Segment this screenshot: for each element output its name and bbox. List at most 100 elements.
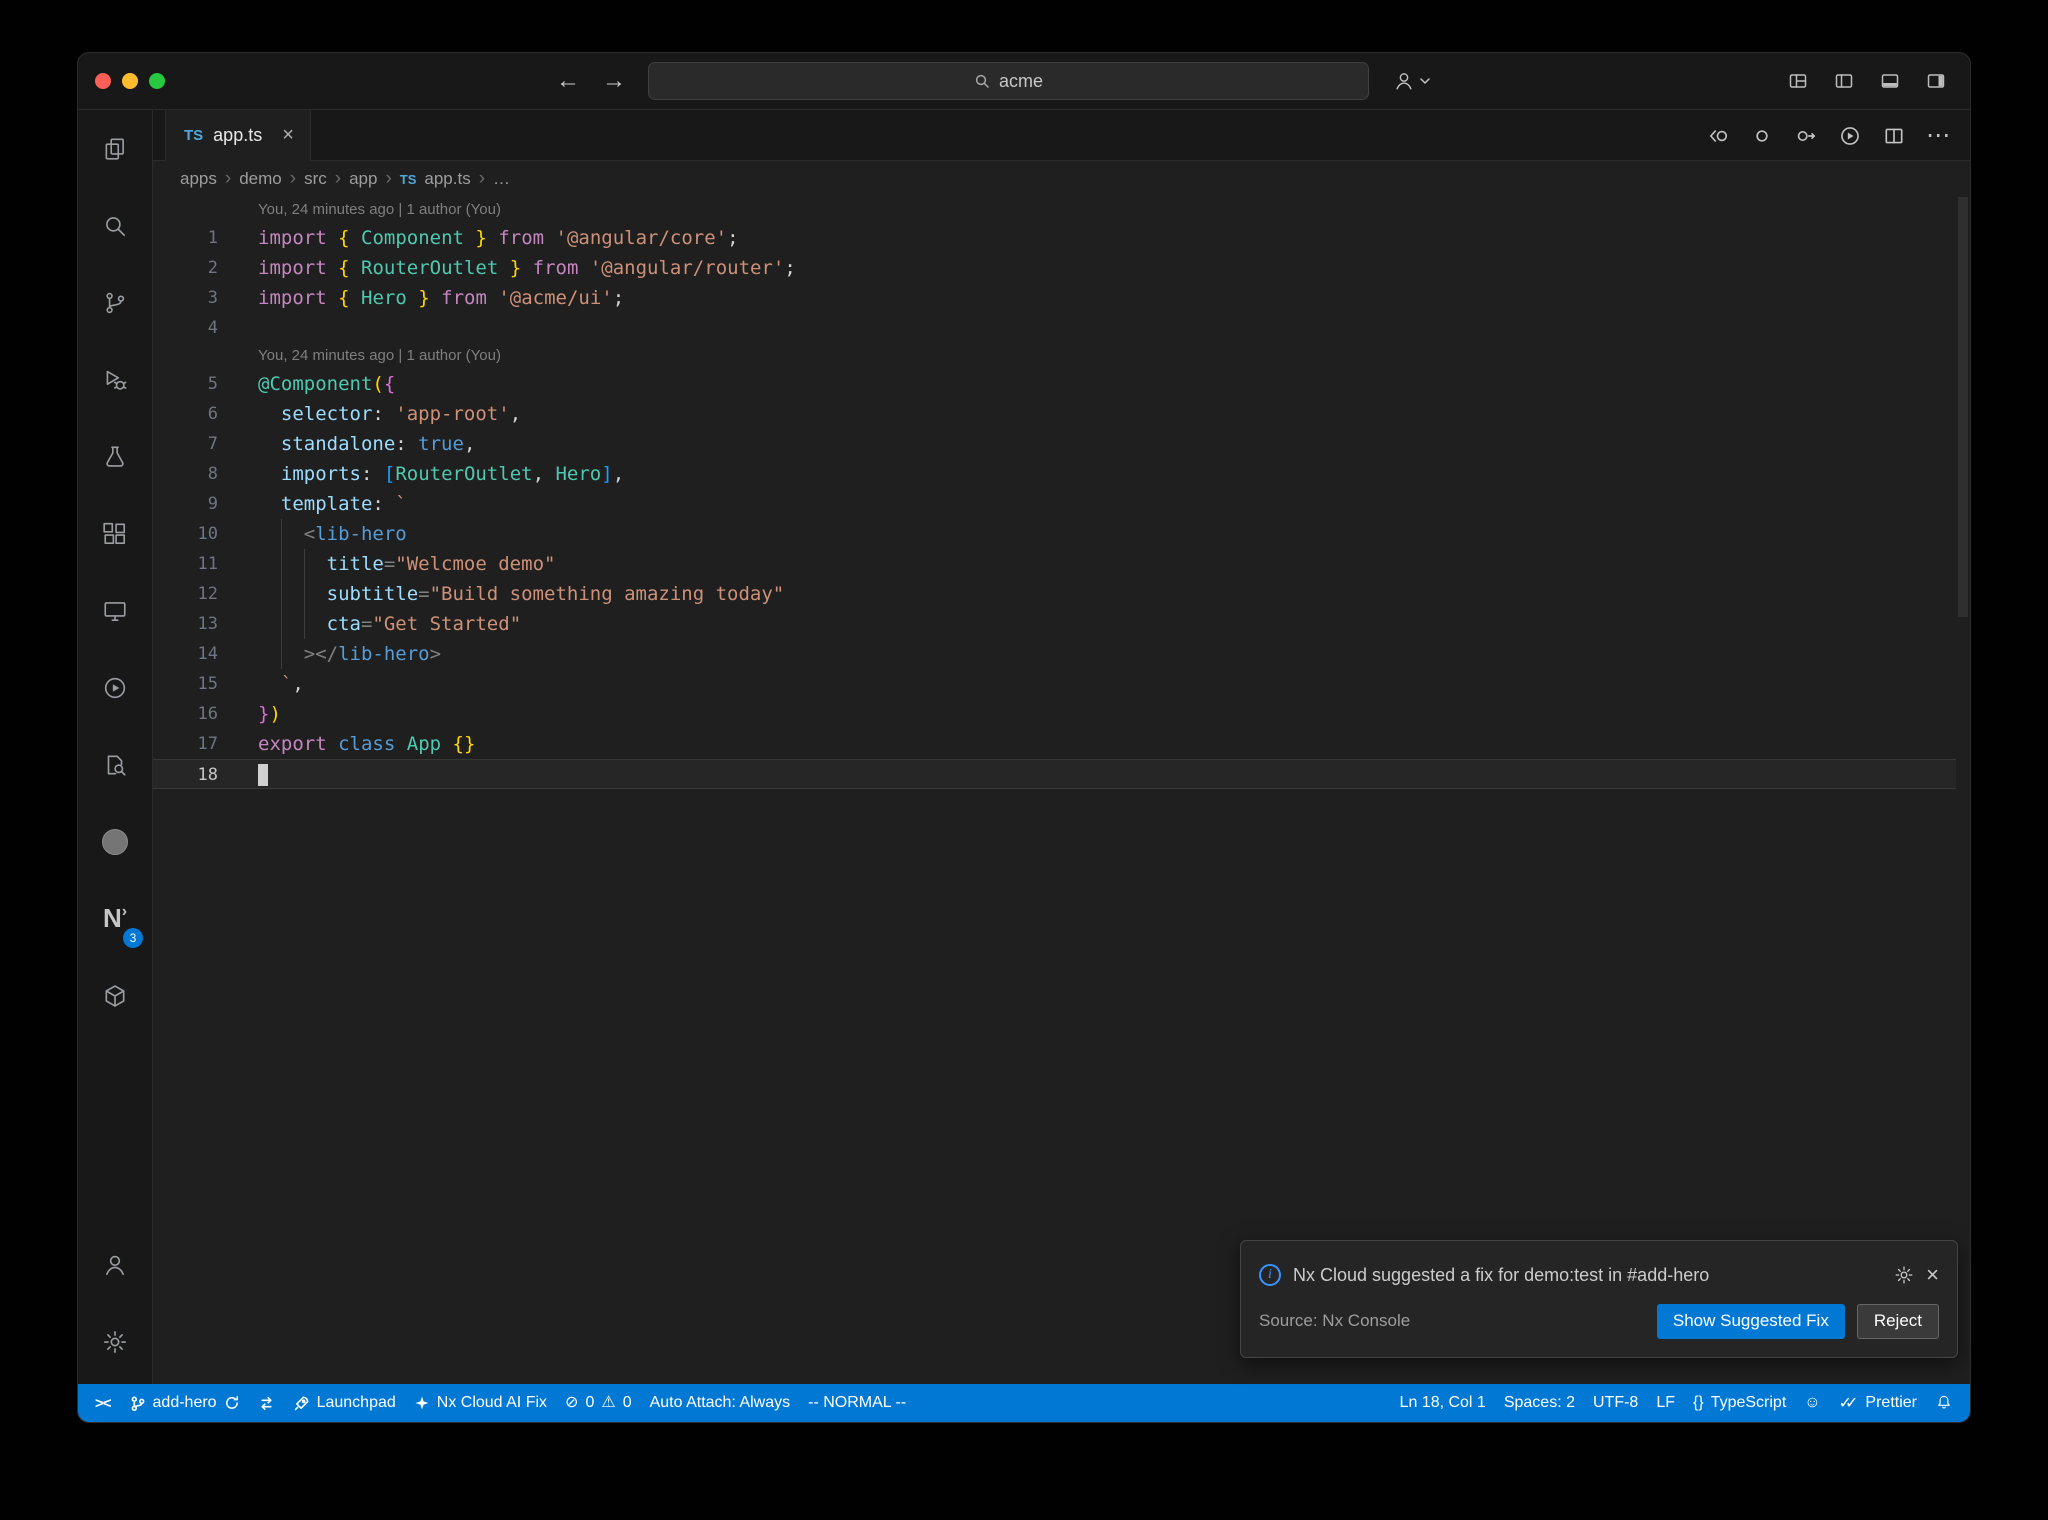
accounts-activity-button[interactable] — [78, 1226, 152, 1303]
changes-indicator-button[interactable] — [1750, 124, 1774, 148]
formatter-button[interactable]: ✓✓ Prettier — [1830, 1384, 1926, 1422]
branch-button[interactable]: add-hero — [120, 1384, 249, 1422]
language-mode-button[interactable]: {} TypeScript — [1684, 1384, 1795, 1422]
source-control-button[interactable] — [78, 264, 152, 341]
branch-label: add-hero — [152, 1394, 217, 1411]
code-line-6[interactable]: 6 selector: 'app-root', — [153, 399, 1956, 429]
auto-attach-button[interactable]: Auto Attach: Always — [641, 1384, 800, 1422]
window-controls — [78, 73, 198, 89]
code-line-14[interactable]: 14 ></lib-hero> — [153, 639, 1956, 669]
encoding-button[interactable]: UTF-8 — [1584, 1384, 1647, 1422]
breadcrumb-app[interactable]: app — [349, 169, 377, 189]
account-icon — [1396, 73, 1412, 90]
navigate-back-button[interactable]: ← — [556, 69, 580, 93]
tab-label: app.ts — [213, 125, 263, 145]
split-editor-button[interactable] — [1882, 124, 1906, 148]
notification-toast: i Nx Cloud suggested a fix for demo:test… — [1240, 1240, 1958, 1358]
editor-scrollbar[interactable] — [1956, 197, 1970, 1384]
code-line-10[interactable]: 10 <lib-hero — [153, 519, 1956, 549]
chevron-right-icon: › — [334, 168, 342, 189]
code-line-11[interactable]: 11 title="Welcmoe demo" — [153, 549, 1956, 579]
code-line-1[interactable]: 1 import { Component } from '@angular/cor… — [153, 223, 1956, 253]
auto-attach-label: Auto Attach: Always — [649, 1394, 791, 1411]
minimize-window-button[interactable] — [122, 73, 138, 89]
toggle-primary-sidebar-icon[interactable] — [1834, 71, 1854, 91]
accounts-button[interactable] — [1393, 70, 1430, 92]
tab-app-ts[interactable]: TS app.ts × — [165, 110, 311, 161]
command-center-search[interactable]: acme — [648, 62, 1369, 100]
extensions-button[interactable] — [78, 495, 152, 572]
explorer-icon — [105, 137, 124, 160]
close-window-button[interactable] — [95, 73, 111, 89]
notifications-button[interactable] — [1926, 1384, 1962, 1422]
scrollbar-thumb[interactable] — [1958, 197, 1968, 617]
gear-icon — [104, 1330, 126, 1353]
show-suggested-fix-button[interactable]: Show Suggested Fix — [1656, 1303, 1845, 1339]
code-line-3[interactable]: 3 import { Hero } from '@acme/ui'; — [153, 283, 1956, 313]
customize-layout-icon[interactable] — [1788, 71, 1808, 91]
rocket-icon — [294, 1396, 309, 1410]
close-tab-icon[interactable]: × — [282, 124, 294, 147]
run-and-debug-button[interactable] — [78, 341, 152, 418]
launchpad-button[interactable]: Launchpad — [284, 1384, 405, 1422]
more-actions-button[interactable]: ⋯ — [1926, 123, 1950, 148]
codelens-row[interactable]: You, 24 minutes ago | 1 author (You) — [153, 197, 1956, 223]
settings-button[interactable] — [78, 1303, 152, 1380]
code-line-12[interactable]: 12 subtitle="Build something amazing tod… — [153, 579, 1956, 609]
code-line-16[interactable]: 16}) — [153, 699, 1956, 729]
breadcrumb-src[interactable]: src — [304, 169, 327, 189]
toggle-secondary-sidebar-icon[interactable] — [1926, 71, 1946, 91]
titlebar: ← → acme — [78, 53, 1970, 110]
breadcrumb-app-ts[interactable]: app.ts — [424, 169, 470, 189]
command-center-value: acme — [998, 70, 1043, 91]
angular-extension-button[interactable] — [78, 803, 152, 880]
code-search-button[interactable] — [78, 726, 152, 803]
open-changes-button[interactable] — [1706, 124, 1730, 148]
smiley-icon: ☺ — [1804, 1394, 1821, 1411]
code-line-5[interactable]: 5 @Component({ — [153, 369, 1956, 399]
nx-cloud-ai-fix-button[interactable]: Nx Cloud AI Fix — [405, 1384, 556, 1422]
vscode-window: ← → acme N› 3 TS app.ts × ⋯ apps › demo … — [77, 52, 1971, 1423]
code-line-13[interactable]: 13 cta="Get Started" — [153, 609, 1956, 639]
remote-indicator-button[interactable]: >< — [86, 1384, 120, 1422]
vim-mode-label: -- NORMAL -- — [808, 1394, 907, 1411]
git-compare-button[interactable] — [249, 1384, 284, 1422]
breadcrumb-demo[interactable]: demo — [239, 169, 282, 189]
code-line-9[interactable]: 9 template: ` — [153, 489, 1956, 519]
reject-button[interactable]: Reject — [1856, 1303, 1939, 1339]
explorer-button[interactable] — [78, 110, 152, 187]
feedback-button[interactable]: ☺ — [1795, 1384, 1829, 1422]
chevron-right-icon: › — [478, 168, 486, 189]
eol-button[interactable]: LF — [1647, 1384, 1684, 1422]
breadcrumb-apps[interactable]: apps — [180, 169, 217, 189]
navigate-forward-button[interactable]: → — [602, 69, 626, 93]
cube-icon — [105, 984, 125, 1007]
code-line-4[interactable]: 4 — [153, 313, 1956, 343]
code-line-7[interactable]: 7 standalone: true, — [153, 429, 1956, 459]
problems-button[interactable]: ⊘ 0 ⚠ 0 — [556, 1384, 641, 1422]
zoom-window-button[interactable] — [149, 73, 165, 89]
search-button[interactable] — [78, 187, 152, 264]
testing-button[interactable] — [78, 418, 152, 495]
toggle-panel-icon[interactable] — [1880, 71, 1900, 91]
vim-mode-indicator[interactable]: -- NORMAL -- — [799, 1384, 915, 1422]
code-line-18[interactable]: 18 — [153, 759, 1956, 789]
code-line-8[interactable]: 8 imports: [RouterOutlet, Hero], — [153, 459, 1956, 489]
editor[interactable]: You, 24 minutes ago | 1 author (You) 1 imp… — [153, 197, 1970, 1384]
remote-explorer-button[interactable] — [78, 572, 152, 649]
code-line-15[interactable]: 15 `, — [153, 669, 1956, 699]
close-notification-button[interactable]: × — [1926, 1262, 1939, 1288]
codelens-row[interactable]: You, 24 minutes ago | 1 author (You) — [153, 343, 1956, 369]
breadcrumb-overflow[interactable]: … — [493, 169, 510, 189]
eol-label: LF — [1656, 1394, 1675, 1411]
code-line-17[interactable]: 17 export class App {} — [153, 729, 1956, 759]
cursor-position-button[interactable]: Ln 18, Col 1 — [1391, 1384, 1495, 1422]
run-file-button[interactable] — [1838, 124, 1862, 148]
live-preview-button[interactable] — [78, 649, 152, 726]
notification-settings-button[interactable] — [1894, 1265, 1914, 1285]
code-line-2[interactable]: 2 import { RouterOutlet } from '@angular/… — [153, 253, 1956, 283]
indentation-button[interactable]: Spaces: 2 — [1495, 1384, 1584, 1422]
next-change-button[interactable] — [1794, 124, 1818, 148]
package-explorer-button[interactable] — [78, 957, 152, 1034]
nx-console-button[interactable]: N› 3 — [78, 880, 152, 957]
